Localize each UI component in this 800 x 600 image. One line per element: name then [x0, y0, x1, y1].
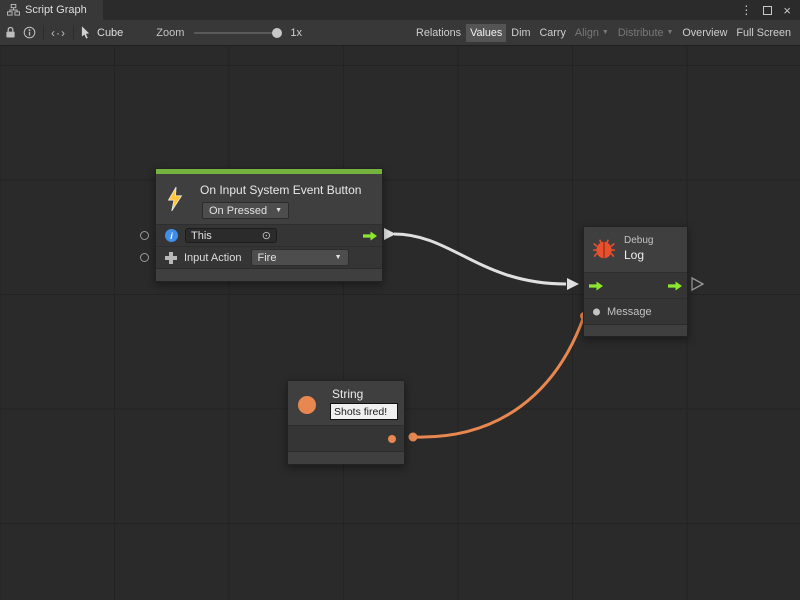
tab-title: Script Graph [25, 4, 87, 16]
chevron-down-icon: ▼ [275, 207, 282, 214]
node-debug-log[interactable]: Debug Log Message [583, 226, 688, 337]
chevron-down-icon: ▼ [666, 29, 673, 36]
node-on-input-system-event-button[interactable]: On Input System Event Button On Pressed … [155, 168, 383, 282]
input-action-input-port[interactable] [140, 253, 149, 262]
graph-target-label[interactable]: Cube [97, 27, 123, 39]
flow-row [584, 272, 687, 298]
info-icon[interactable] [23, 26, 36, 39]
object-picker-icon[interactable]: ⊙ [262, 229, 271, 242]
flow-output-port[interactable] [668, 281, 682, 291]
zoom-slider-handle[interactable] [272, 28, 282, 38]
chevron-down-icon: ▼ [602, 29, 609, 36]
tab-script-graph[interactable]: Script Graph [0, 0, 103, 20]
carry-button[interactable]: Carry [535, 24, 569, 42]
overview-button[interactable]: Overview [678, 24, 731, 42]
flow-output-continue-port[interactable] [692, 278, 703, 290]
string-output-port[interactable] [388, 435, 396, 443]
input-action-dropdown[interactable]: Fire ▼ [251, 249, 349, 266]
string-value-input[interactable] [330, 403, 398, 420]
node-title: String [332, 387, 363, 401]
node-footer [156, 268, 382, 281]
dim-button[interactable]: Dim [507, 24, 534, 42]
close-icon[interactable]: × [783, 4, 791, 17]
toolbar-separator [73, 25, 74, 40]
graph-canvas[interactable]: On Input System Event Button On Pressed … [0, 46, 800, 600]
node-category: Debug [624, 235, 653, 246]
flow-wire-end-arrow[interactable] [567, 278, 579, 290]
this-object-field[interactable]: This ⊙ [185, 228, 277, 243]
zoom-label: Zoom [156, 27, 184, 39]
event-mode-dropdown[interactable]: On Pressed ▼ [202, 202, 289, 219]
titlebar: Script Graph ⋮ × [0, 0, 800, 20]
message-input-port[interactable] [593, 308, 600, 315]
info-icon: i [165, 229, 178, 242]
bug-icon [592, 237, 616, 261]
distribute-dropdown[interactable]: Distribute▼ [614, 24, 678, 42]
string-type-icon [298, 396, 316, 414]
input-action-label: Input Action [184, 252, 242, 264]
lightning-icon [166, 187, 184, 211]
output-row [288, 425, 404, 451]
lock-icon[interactable] [5, 26, 16, 39]
flow-output-port[interactable] [363, 231, 377, 241]
graph-icon [7, 4, 20, 16]
node-footer [288, 451, 404, 464]
zoom-slider[interactable] [194, 32, 280, 34]
message-row: Message [584, 298, 687, 324]
pointer-icon [81, 26, 90, 39]
values-button[interactable]: Values [466, 24, 506, 42]
node-title: Log [624, 248, 644, 262]
value-wire-start-dot[interactable] [409, 433, 418, 442]
node-string-literal[interactable]: String [287, 380, 405, 465]
flow-wire-start-arrow[interactable] [384, 228, 396, 240]
graph-toolbar: ‹·› Cube Zoom 1x Relations Values Dim Ca… [0, 20, 800, 46]
flow-input-port[interactable] [589, 281, 603, 291]
toolbar-separator [43, 25, 44, 40]
unity-editor-window: Script Graph ⋮ × ‹·› [0, 0, 800, 600]
input-action-icon [165, 252, 177, 264]
chevron-down-icon: ▼ [335, 254, 342, 261]
edit-graph-icon[interactable]: ‹·› [51, 26, 66, 40]
node-footer [584, 324, 687, 336]
flow-connection-wire[interactable] [394, 234, 566, 284]
message-label: Message [607, 306, 652, 318]
this-input-port[interactable] [140, 231, 149, 240]
value-connection-wire[interactable] [413, 316, 584, 437]
this-row: i This ⊙ [156, 224, 382, 246]
event-node-title: On Input System Event Button [200, 183, 361, 197]
window-menu-icon[interactable]: ⋮ [740, 4, 752, 16]
fullscreen-button[interactable]: Full Screen [732, 24, 795, 42]
input-action-row: Input Action Fire ▼ [156, 246, 382, 268]
zoom-value: 1x [290, 27, 302, 39]
relations-button[interactable]: Relations [412, 24, 465, 42]
align-dropdown[interactable]: Align▼ [571, 24, 613, 42]
maximize-icon[interactable] [763, 6, 772, 15]
